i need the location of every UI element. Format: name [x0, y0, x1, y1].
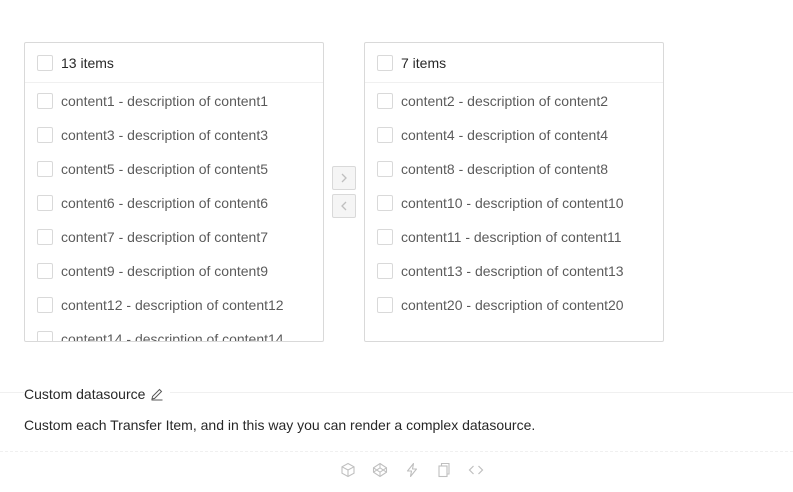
edit-icon[interactable] [150, 387, 164, 401]
list-item[interactable]: content9 - description of content9 [25, 254, 323, 288]
codepen-icon[interactable] [372, 462, 388, 478]
demo-description: Custom each Transfer Item, and in this w… [24, 417, 536, 433]
item-checkbox[interactable] [377, 161, 393, 177]
item-label: content2 - description of content2 [401, 93, 609, 109]
code-icon[interactable] [468, 462, 484, 478]
item-checkbox[interactable] [37, 229, 53, 245]
item-checkbox[interactable] [377, 297, 393, 313]
transfer-target-panel: 7 items content2 - description of conten… [364, 42, 664, 342]
move-right-button[interactable] [332, 166, 356, 190]
item-checkbox[interactable] [377, 263, 393, 279]
item-label: content6 - description of content6 [61, 195, 269, 211]
target-select-all-checkbox[interactable] [377, 54, 393, 71]
code-box-actions [340, 462, 484, 478]
list-item[interactable]: content4 - description of content4 [365, 118, 663, 152]
actions-divider [0, 451, 793, 452]
chevron-right-icon [339, 173, 349, 183]
target-item-count: 7 items [401, 54, 447, 71]
list-item[interactable]: content14 - description of content14 [25, 322, 323, 342]
list-item[interactable]: content1 - description of content1 [25, 84, 323, 118]
target-panel-header: 7 items [365, 43, 663, 83]
codesandbox-icon[interactable] [340, 462, 356, 478]
item-label: content1 - description of content1 [61, 93, 269, 109]
item-checkbox[interactable] [377, 127, 393, 143]
item-label: content4 - description of content4 [401, 127, 609, 143]
item-label: content5 - description of content5 [61, 161, 269, 177]
item-label: content10 - description of content10 [401, 195, 624, 211]
demo-title: Custom datasource [24, 386, 171, 402]
thunderbolt-icon[interactable] [404, 462, 420, 478]
list-item[interactable]: content5 - description of content5 [25, 152, 323, 186]
item-checkbox[interactable] [37, 93, 53, 109]
move-left-button[interactable] [332, 194, 356, 218]
list-item[interactable]: content7 - description of content7 [25, 220, 323, 254]
item-label: content9 - description of content9 [61, 263, 269, 279]
item-checkbox[interactable] [377, 229, 393, 245]
item-checkbox[interactable] [37, 297, 53, 313]
item-label: content14 - description of content14 [61, 331, 284, 342]
item-label: content8 - description of content8 [401, 161, 609, 177]
item-checkbox[interactable] [377, 195, 393, 211]
item-checkbox[interactable] [37, 263, 53, 279]
item-label: content7 - description of content7 [61, 229, 269, 245]
item-label: content13 - description of content13 [401, 263, 624, 279]
item-label: content20 - description of content20 [401, 297, 624, 313]
item-label: content3 - description of content3 [61, 127, 269, 143]
list-item[interactable]: content12 - description of content12 [25, 288, 323, 322]
chevron-left-icon [339, 201, 349, 211]
list-item[interactable]: content2 - description of content2 [365, 84, 663, 118]
item-label: content11 - description of content11 [401, 229, 622, 245]
copy-icon[interactable] [436, 462, 452, 478]
list-item[interactable]: content13 - description of content13 [365, 254, 663, 288]
item-checkbox[interactable] [37, 195, 53, 211]
list-item[interactable]: content20 - description of content20 [365, 288, 663, 322]
item-checkbox[interactable] [377, 93, 393, 109]
list-item[interactable]: content11 - description of content11 [365, 220, 663, 254]
source-panel-header: 13 items [25, 43, 323, 83]
source-select-all-checkbox[interactable] [37, 54, 53, 71]
list-item[interactable]: content6 - description of content6 [25, 186, 323, 220]
item-checkbox[interactable] [37, 161, 53, 177]
list-item[interactable]: content8 - description of content8 [365, 152, 663, 186]
demo-title-text: Custom datasource [24, 386, 146, 402]
list-item[interactable]: content10 - description of content10 [365, 186, 663, 220]
list-item[interactable]: content3 - description of content3 [25, 118, 323, 152]
item-label: content12 - description of content12 [61, 297, 284, 313]
source-list[interactable]: content1 - description of content1 conte… [25, 83, 323, 342]
transfer-source-panel: 13 items content1 - description of conte… [24, 42, 324, 342]
item-checkbox[interactable] [37, 127, 53, 143]
target-list[interactable]: content2 - description of content2 conte… [365, 83, 663, 322]
source-item-count: 13 items [61, 54, 114, 71]
item-checkbox[interactable] [37, 331, 53, 341]
transfer-operations [332, 166, 356, 222]
